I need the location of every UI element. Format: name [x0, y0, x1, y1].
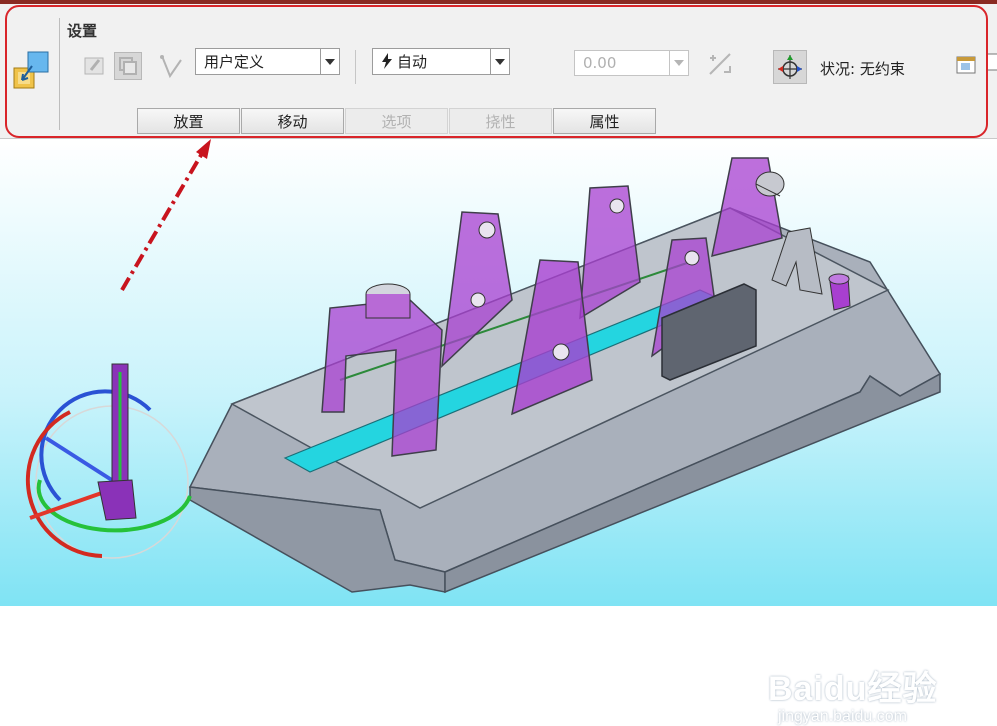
baidu-watermark: Baidu经验 jingyan.baidu.com	[768, 661, 937, 726]
model-canvas[interactable]	[0, 139, 997, 606]
highlight-annotation	[5, 5, 988, 138]
watermark-url: jingyan.baidu.com	[778, 708, 907, 725]
watermark-logo: Baidu经验	[768, 670, 938, 708]
graphics-viewport[interactable]: Baidu经验 jingyan.baidu.com	[0, 139, 997, 725]
